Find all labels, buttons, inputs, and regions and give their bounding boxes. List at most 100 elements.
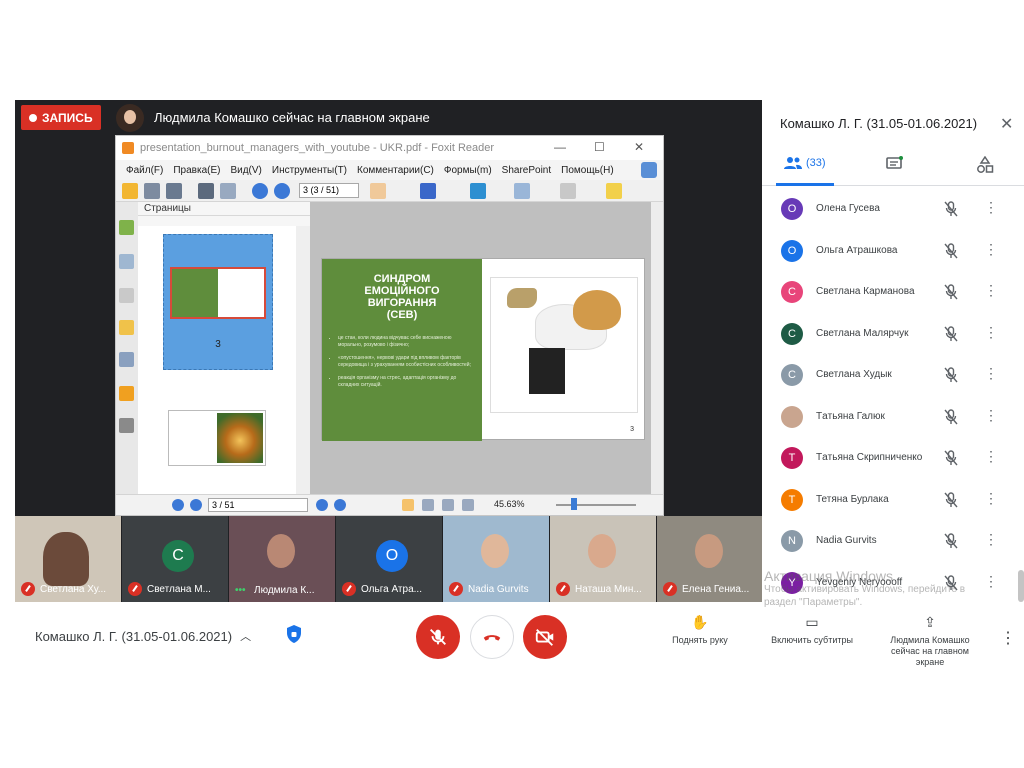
thumbnail-scrollbar[interactable]: [296, 226, 310, 494]
next-page-icon[interactable]: [316, 499, 328, 511]
layers-icon[interactable]: [119, 288, 134, 303]
more-vert-icon[interactable]: ⋮: [984, 407, 998, 424]
comments-icon[interactable]: [119, 320, 134, 335]
mic-off-icon[interactable]: [944, 367, 958, 383]
participant-row[interactable]: С Светлана Малярчук ⋮: [762, 314, 1024, 355]
save-icon[interactable]: [144, 183, 160, 199]
menu-help[interactable]: Помощь(H): [561, 165, 614, 176]
menu-forms[interactable]: Формы(m): [444, 165, 492, 176]
pages-icon[interactable]: [119, 254, 134, 269]
save-as-icon[interactable]: [166, 183, 182, 199]
thumbnail-page-number: 3: [215, 339, 221, 350]
continuous-icon[interactable]: [422, 499, 434, 511]
menu-view[interactable]: Вид(V): [230, 165, 261, 176]
video-tile[interactable]: О Ольга Атра...: [336, 516, 442, 602]
status-page-field[interactable]: 3 / 51: [208, 498, 308, 512]
single-page-icon[interactable]: [402, 499, 414, 511]
panel-scrollbar[interactable]: [1018, 570, 1024, 602]
facing-icon[interactable]: [442, 499, 454, 511]
first-page-icon[interactable]: [172, 499, 184, 511]
snapshot-icon[interactable]: [514, 183, 530, 199]
participant-row[interactable]: N Nadia Gurvits ⋮: [762, 521, 1024, 562]
activities-icon[interactable]: [976, 156, 994, 174]
participant-row[interactable]: Тaтьяна Галюк ⋮: [762, 397, 1024, 438]
zoom-slider[interactable]: [556, 504, 636, 506]
more-vert-icon[interactable]: ⋮: [984, 448, 998, 465]
participant-row[interactable]: Т Тaтьяна Скрипниченко ⋮: [762, 438, 1024, 479]
page-thumbnail[interactable]: 3: [163, 234, 273, 370]
signatures-icon[interactable]: [119, 418, 134, 433]
presentation-button[interactable]: ⇪ Людмила Комашко сейчас на главном экра…: [878, 615, 982, 668]
close-icon[interactable]: ✕: [1000, 114, 1013, 134]
attachments-icon[interactable]: [119, 352, 134, 367]
more-vert-icon[interactable]: ⋮: [984, 199, 998, 216]
menu-sharepoint[interactable]: SharePoint: [502, 165, 551, 176]
next-page-icon[interactable]: [274, 183, 290, 199]
close-icon[interactable]: ✕: [634, 140, 644, 154]
document-scrollbar[interactable]: [651, 202, 663, 494]
assistant-icon[interactable]: [641, 162, 657, 178]
last-page-icon[interactable]: [334, 499, 346, 511]
menu-edit[interactable]: Правка(E): [173, 165, 220, 176]
chat-icon[interactable]: [886, 156, 904, 172]
open-icon[interactable]: [122, 183, 138, 199]
video-tile[interactable]: Наташа Мин...: [550, 516, 656, 602]
captions-button[interactable]: ▭ Включить субтитры: [760, 615, 864, 646]
rotate-icon[interactable]: [470, 183, 486, 199]
meeting-details-button[interactable]: Комашко Л. Г. (31.05-01.06.2021) ︿: [35, 628, 251, 644]
mic-off-icon[interactable]: [944, 201, 958, 217]
participant-row[interactable]: О Ольга Атрашкова ⋮: [762, 231, 1024, 272]
video-tile[interactable]: Светлана Ху...: [15, 516, 121, 602]
host-controls-icon[interactable]: [284, 624, 304, 646]
mic-off-icon[interactable]: [944, 491, 958, 508]
typewriter-icon[interactable]: [606, 183, 622, 199]
mic-off-icon[interactable]: [944, 450, 958, 466]
page-thumbnail[interactable]: [168, 410, 266, 466]
participant-row[interactable]: С Светлана Карманова ⋮: [762, 272, 1024, 313]
video-tile[interactable]: С Светлана М...: [122, 516, 228, 602]
mic-off-icon[interactable]: [944, 284, 958, 300]
hand-tool-icon[interactable]: [370, 183, 386, 199]
participant-row[interactable]: Т Тетяна Бурлака ⋮: [762, 480, 1024, 521]
select-text-icon[interactable]: [560, 183, 576, 199]
more-vert-icon[interactable]: ⋮: [984, 324, 998, 341]
more-vert-icon[interactable]: ⋮: [984, 365, 998, 382]
video-tile[interactable]: Nadia Gurvits: [443, 516, 549, 602]
toolbar-page-field[interactable]: 3 (3 / 51): [299, 183, 359, 198]
mic-off-icon[interactable]: [944, 533, 958, 549]
email-icon[interactable]: [220, 183, 236, 199]
video-tile[interactable]: ••• Людмила К...: [229, 516, 335, 602]
participant-row[interactable]: О Олена Гусева ⋮: [762, 189, 1024, 230]
mic-off-icon[interactable]: [944, 325, 958, 342]
minimize-icon[interactable]: —: [554, 140, 566, 154]
leave-call-button[interactable]: [470, 615, 514, 659]
previous-page-icon[interactable]: [190, 499, 202, 511]
maximize-icon[interactable]: ☐: [594, 140, 605, 154]
continuous-facing-icon[interactable]: [462, 499, 474, 511]
print-icon[interactable]: [198, 183, 214, 199]
menu-comments[interactable]: Комментарии(C): [357, 165, 434, 176]
more-options-icon[interactable]: ⋮: [1000, 628, 1016, 648]
security-icon[interactable]: [119, 386, 134, 401]
more-vert-icon[interactable]: ⋮: [984, 241, 998, 258]
video-tile[interactable]: Елена Гениа...: [657, 516, 762, 602]
participant-row[interactable]: С Светлана Худык ⋮: [762, 355, 1024, 396]
camera-toggle-button[interactable]: [523, 615, 567, 659]
bookmarks-icon[interactable]: [119, 220, 134, 235]
raise-hand-button[interactable]: ✋ Поднять руку: [664, 615, 736, 646]
prev-page-icon[interactable]: [252, 183, 268, 199]
menu-file[interactable]: Файл(F): [126, 165, 163, 176]
more-vert-icon[interactable]: ⋮: [984, 531, 998, 548]
mic-off-icon[interactable]: [944, 242, 958, 259]
menu-tools[interactable]: Инструменты(T): [272, 165, 347, 176]
tab-people[interactable]: (33): [784, 156, 826, 170]
microphone-toggle-button[interactable]: [416, 615, 460, 659]
mic-off-icon[interactable]: [944, 408, 958, 425]
more-vert-icon[interactable]: ⋮: [984, 490, 998, 507]
mic-off-icon: [556, 582, 570, 596]
more-vert-icon[interactable]: ⋮: [984, 573, 998, 590]
more-vert-icon[interactable]: ⋮: [984, 282, 998, 299]
find-icon[interactable]: [420, 183, 436, 199]
zoom-level[interactable]: 45.63%: [494, 499, 525, 509]
zoom-slider-handle[interactable]: [571, 498, 577, 510]
